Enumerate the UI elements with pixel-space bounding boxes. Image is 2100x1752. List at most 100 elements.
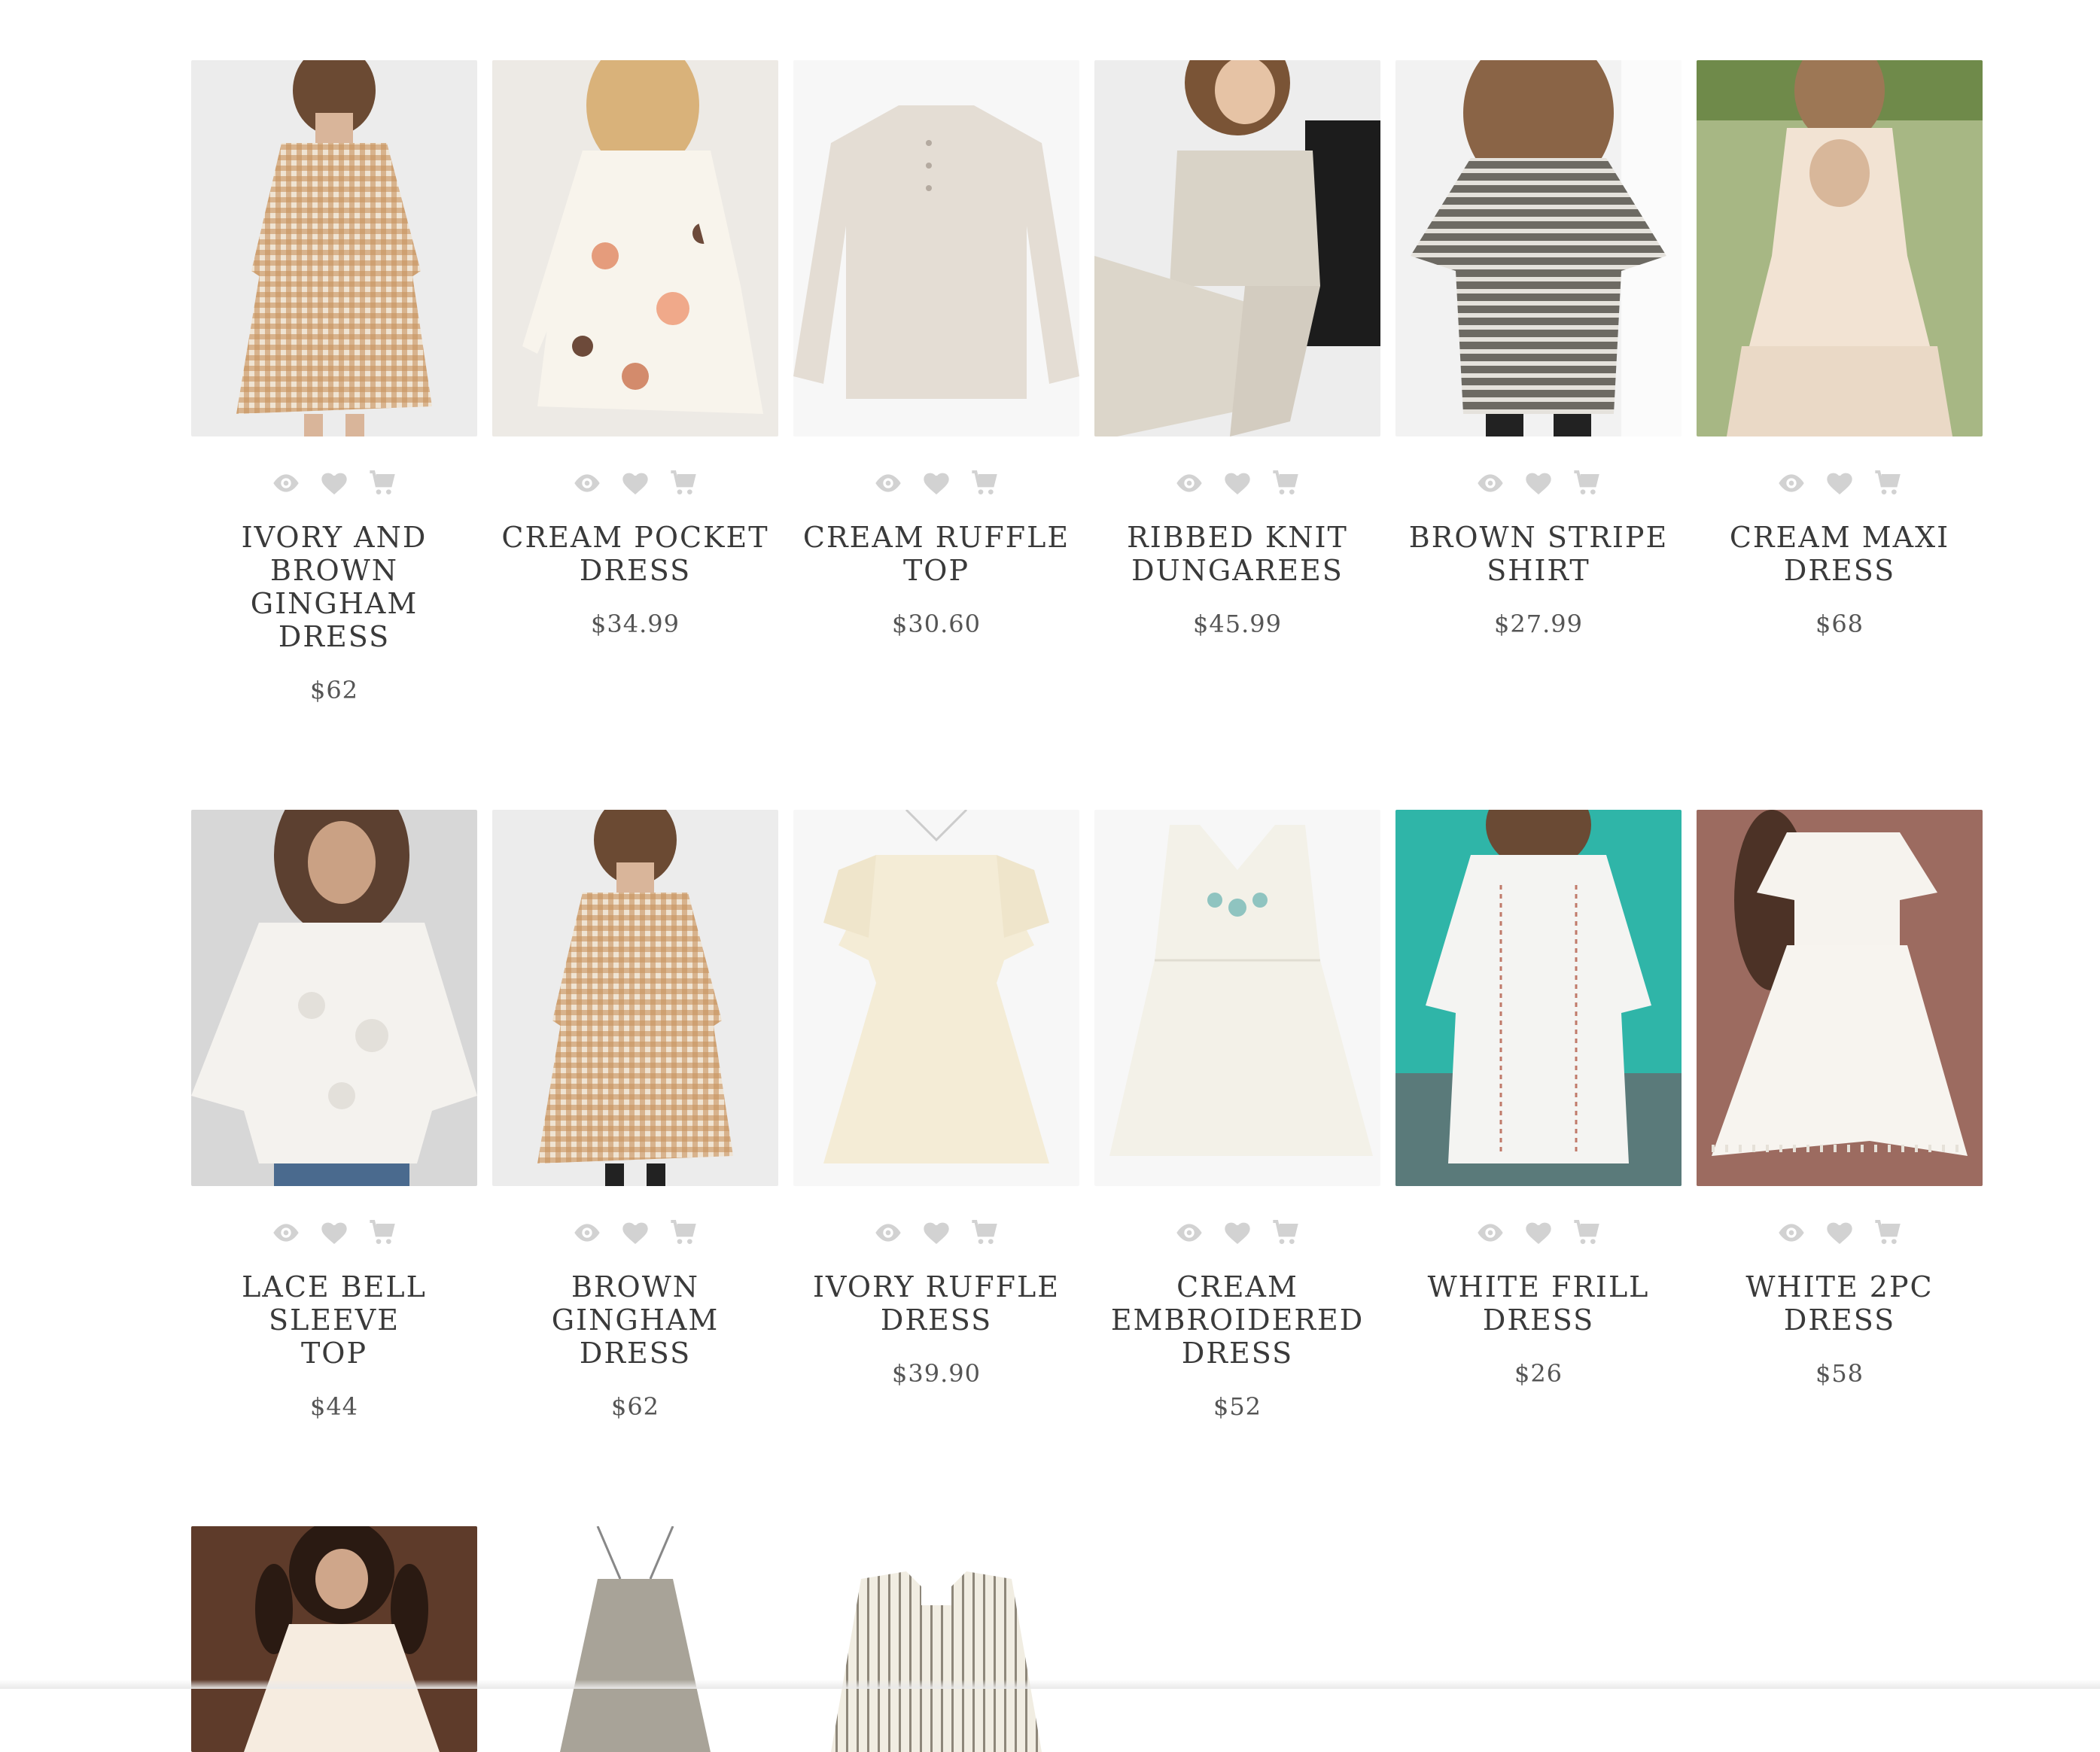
product-title[interactable]: BROWN GINGHAM DRESS	[492, 1270, 778, 1370]
heart-icon[interactable]	[1221, 467, 1254, 500]
product-image[interactable]	[793, 1526, 1079, 1752]
product-image[interactable]	[1094, 810, 1380, 1186]
product-price: $58	[1815, 1359, 1864, 1388]
product-image[interactable]	[793, 810, 1079, 1186]
product-price: $34.99	[591, 610, 680, 638]
product-actions	[1775, 467, 1904, 500]
product-card: LACE BELL SLEEVE TOP $44	[191, 810, 477, 1421]
product-title[interactable]: IVORY RUFFLE DRESS	[793, 1270, 1079, 1337]
product-image[interactable]	[191, 1526, 477, 1752]
product-actions	[269, 467, 399, 500]
product-title[interactable]: IVORY AND BROWN GINGHAM DRESS	[191, 521, 477, 653]
eye-icon[interactable]	[269, 467, 303, 500]
heart-icon[interactable]	[1522, 467, 1555, 500]
product-image[interactable]	[191, 60, 477, 436]
heart-icon[interactable]	[619, 467, 652, 500]
heart-icon[interactable]	[920, 1216, 953, 1249]
eye-icon[interactable]	[1775, 1216, 1808, 1249]
cart-icon[interactable]	[968, 1216, 1001, 1249]
product-title[interactable]: CREAM MAXI DRESS	[1697, 521, 1983, 587]
product-card: IVORY RUFFLE DRESS $39.90	[793, 810, 1079, 1421]
eye-icon[interactable]	[1173, 467, 1206, 500]
product-price: $27.99	[1494, 610, 1583, 638]
eye-icon[interactable]	[1173, 1216, 1206, 1249]
product-price: $45.99	[1193, 610, 1282, 638]
product-price: $26	[1514, 1359, 1563, 1388]
product-title[interactable]: LACE BELL SLEEVE TOP	[191, 1270, 477, 1370]
product-row: LACE BELL SLEEVE TOP $44 BROWN GINGHAM D…	[191, 810, 1983, 1421]
product-actions	[1474, 1216, 1603, 1249]
cart-icon[interactable]	[1871, 467, 1904, 500]
page-bottom-edge	[0, 1680, 2100, 1689]
eye-icon[interactable]	[872, 1216, 905, 1249]
product-image[interactable]	[793, 60, 1079, 436]
product-title[interactable]: CREAM RUFFLE TOP	[793, 521, 1079, 587]
heart-icon[interactable]	[1823, 467, 1856, 500]
eye-icon[interactable]	[571, 1216, 604, 1249]
cart-icon[interactable]	[667, 467, 700, 500]
product-title[interactable]: RIBBED KNIT DUNGAREES	[1094, 521, 1380, 587]
cart-icon[interactable]	[1570, 1216, 1603, 1249]
eye-icon[interactable]	[1474, 467, 1507, 500]
cart-icon[interactable]	[1871, 1216, 1904, 1249]
product-actions	[571, 1216, 700, 1249]
product-actions	[571, 467, 700, 500]
product-row	[191, 1526, 1983, 1752]
product-title[interactable]: WHITE 2PC DRESS	[1697, 1270, 1983, 1337]
heart-icon[interactable]	[1522, 1216, 1555, 1249]
product-actions	[1173, 467, 1302, 500]
eye-icon[interactable]	[571, 467, 604, 500]
cart-icon[interactable]	[667, 1216, 700, 1249]
heart-icon[interactable]	[619, 1216, 652, 1249]
product-actions	[1173, 1216, 1302, 1249]
eye-icon[interactable]	[872, 467, 905, 500]
heart-icon[interactable]	[318, 1216, 351, 1249]
product-image[interactable]	[492, 810, 778, 1186]
product-title[interactable]: WHITE FRILL DRESS	[1395, 1270, 1682, 1337]
product-actions	[1474, 467, 1603, 500]
product-title[interactable]: CREAM POCKET DRESS	[492, 521, 778, 587]
product-actions	[872, 467, 1001, 500]
product-actions	[872, 1216, 1001, 1249]
product-row: IVORY AND BROWN GINGHAM DRESS $62 CREAM …	[191, 60, 1983, 704]
product-card: RIBBED KNIT DUNGAREES $45.99	[1094, 60, 1380, 704]
heart-icon[interactable]	[1221, 1216, 1254, 1249]
eye-icon[interactable]	[269, 1216, 303, 1249]
product-price: $44	[309, 1392, 359, 1421]
eye-icon[interactable]	[1474, 1216, 1507, 1249]
product-title[interactable]: BROWN STRIPE SHIRT	[1395, 521, 1682, 587]
heart-icon[interactable]	[1823, 1216, 1856, 1249]
product-price: $62	[610, 1392, 660, 1421]
product-image[interactable]	[191, 810, 477, 1186]
cart-icon[interactable]	[366, 467, 399, 500]
cart-icon[interactable]	[968, 467, 1001, 500]
heart-icon[interactable]	[318, 467, 351, 500]
product-image[interactable]	[1094, 60, 1380, 436]
product-image[interactable]	[1697, 60, 1983, 436]
product-card: CREAM MAXI DRESS $68	[1697, 60, 1983, 704]
product-price: $68	[1815, 610, 1864, 638]
heart-icon[interactable]	[920, 467, 953, 500]
product-actions	[269, 1216, 399, 1249]
cart-icon[interactable]	[1269, 1216, 1302, 1249]
product-price: $52	[1213, 1392, 1262, 1421]
product-card: CREAM POCKET DRESS $34.99	[492, 60, 778, 704]
product-card: IVORY AND BROWN GINGHAM DRESS $62	[191, 60, 477, 704]
product-title[interactable]: CREAM EMBROIDERED DRESS	[1094, 1270, 1380, 1370]
cart-icon[interactable]	[366, 1216, 399, 1249]
cart-icon[interactable]	[1269, 467, 1302, 500]
product-card	[492, 1526, 778, 1752]
product-image[interactable]	[492, 1526, 778, 1752]
product-card: BROWN STRIPE SHIRT $27.99	[1395, 60, 1682, 704]
product-card	[793, 1526, 1079, 1752]
eye-icon[interactable]	[1775, 467, 1808, 500]
product-price: $39.90	[892, 1359, 981, 1388]
product-image[interactable]	[1395, 810, 1682, 1186]
product-image[interactable]	[1697, 810, 1983, 1186]
product-price: $62	[309, 676, 359, 704]
product-image[interactable]	[492, 60, 778, 436]
product-card: WHITE FRILL DRESS $26	[1395, 810, 1682, 1421]
product-image[interactable]	[1395, 60, 1682, 436]
product-card: CREAM EMBROIDERED DRESS $52	[1094, 810, 1380, 1421]
cart-icon[interactable]	[1570, 467, 1603, 500]
